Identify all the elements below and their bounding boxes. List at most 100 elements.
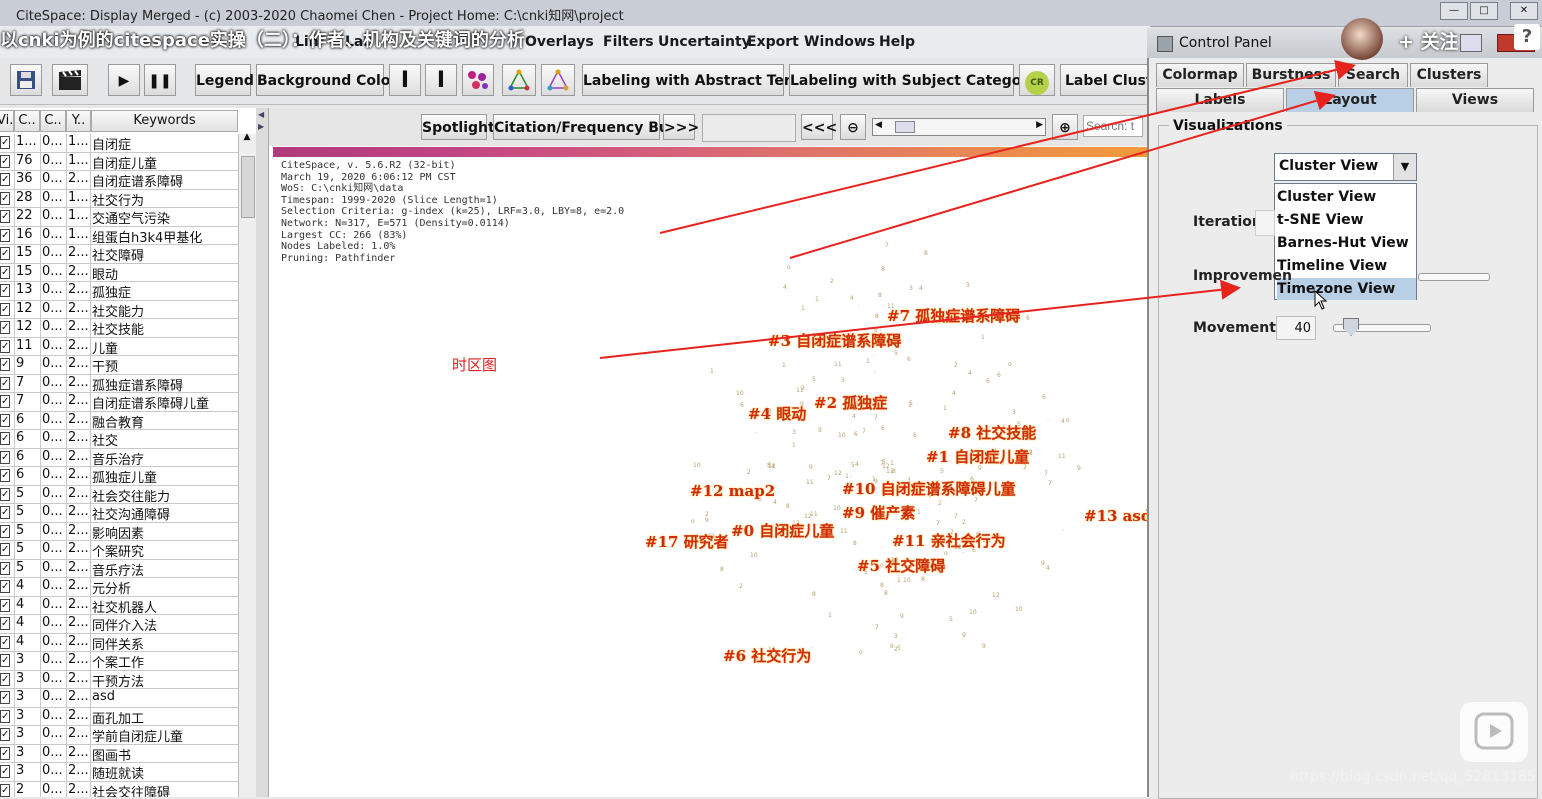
- column-header-count[interactable]: C..: [14, 110, 40, 132]
- table-row[interactable]: ✓ 3 0... 2... 随班就读: [0, 763, 238, 782]
- cr-icon[interactable]: CR: [1019, 64, 1055, 96]
- table-row[interactable]: ✓ 7 0... 2... 自闭症谱系障碍儿童: [0, 393, 238, 412]
- network-node[interactable]: 4: [771, 463, 775, 470]
- cluster-label[interactable]: #7 孤独症谱系障碍: [887, 305, 1020, 326]
- menu-filters[interactable]: Filters: [603, 34, 654, 50]
- help-icon[interactable]: ?: [1514, 24, 1540, 50]
- slider-thumb[interactable]: [895, 121, 915, 133]
- cluster-label[interactable]: #17 研究者: [645, 531, 729, 552]
- background-color-button[interactable]: Background Color: [256, 64, 397, 96]
- table-row[interactable]: ✓ 4 0... 2... 同伴介入法: [0, 615, 238, 634]
- table-row[interactable]: ✓ 12 0... 2... 社交技能: [0, 319, 238, 338]
- network-node[interactable]: 8: [786, 503, 790, 510]
- network-node[interactable]: 8: [720, 566, 724, 573]
- scrollbar-thumb[interactable]: [241, 156, 255, 218]
- visible-checkbox[interactable]: ✓: [0, 210, 10, 223]
- visible-checkbox[interactable]: ✓: [0, 413, 10, 427]
- network-node[interactable]: 7: [885, 242, 889, 249]
- follow-button[interactable]: + 关注: [1398, 27, 1459, 54]
- slider-left-icon[interactable]: ◀: [875, 120, 882, 130]
- network-node[interactable]: o: [1066, 417, 1070, 424]
- network-colored-icon[interactable]: [541, 64, 575, 96]
- movements-field[interactable]: 40: [1276, 316, 1316, 340]
- network-node[interactable]: 9: [900, 613, 904, 620]
- next-button[interactable]: >>>: [663, 114, 699, 140]
- node-size-icon[interactable]: I: [425, 64, 457, 96]
- network-node[interactable]: 8: [880, 582, 884, 589]
- network-node[interactable]: 2: [938, 500, 942, 507]
- visible-checkbox[interactable]: ✓: [0, 339, 10, 353]
- network-node[interactable]: o: [691, 518, 695, 525]
- table-row[interactable]: ✓ 3 0... 2... 个案工作: [0, 652, 238, 671]
- network-node[interactable]: 7: [875, 624, 879, 631]
- visible-checkbox[interactable]: ✓: [0, 302, 10, 316]
- network-node[interactable]: 2: [801, 385, 805, 392]
- network-node[interactable]: 5: [909, 400, 913, 407]
- network-node[interactable]: 6: [1042, 394, 1046, 401]
- network-node[interactable]: 6: [913, 432, 917, 439]
- search-input[interactable]: [1083, 115, 1143, 137]
- option-barnes-hut-view[interactable]: Barnes-Hut View: [1277, 232, 1416, 254]
- network-node[interactable]: 11: [834, 361, 842, 368]
- option-timeline-view[interactable]: Timeline View: [1277, 255, 1416, 277]
- burst-field[interactable]: [702, 114, 796, 142]
- network-node[interactable]: 3: [894, 633, 898, 640]
- network-node[interactable]: 6: [881, 425, 885, 432]
- table-row[interactable]: ✓ 3 0... 2... 干预方法: [0, 670, 238, 690]
- tab-clusters[interactable]: Clusters: [1410, 63, 1488, 87]
- visible-checkbox[interactable]: ✓: [0, 450, 10, 464]
- network-node[interactable]: 4: [783, 284, 787, 291]
- table-row[interactable]: ✓ 12 0... 2... 社交能力: [0, 300, 238, 320]
- network-node[interactable]: 2: [739, 583, 743, 590]
- network-node[interactable]: 10: [736, 390, 744, 397]
- cp-maximize-icon[interactable]: [1460, 34, 1482, 52]
- table-row[interactable]: ✓ 6 0... 2... 音乐治疗: [0, 448, 238, 468]
- tab-search[interactable]: Search: [1338, 63, 1408, 87]
- network-node[interactable]: 5: [897, 645, 901, 652]
- tab-colormap[interactable]: Colormap: [1156, 63, 1244, 87]
- menu-windows[interactable]: Windows: [804, 34, 875, 50]
- table-row[interactable]: ✓ 76 0... 1... 自闭症儿童: [0, 152, 238, 172]
- network-node[interactable]: ·: [873, 353, 875, 360]
- network-icon[interactable]: [502, 64, 536, 96]
- uploader-avatar[interactable]: [1341, 18, 1383, 60]
- network-node[interactable]: 11: [840, 528, 848, 535]
- visible-checkbox[interactable]: ✓: [0, 358, 10, 371]
- network-node[interactable]: 3: [792, 429, 796, 436]
- table-row[interactable]: ✓ 4 0... 2... 元分析: [0, 578, 238, 597]
- network-node[interactable]: 4: [1061, 418, 1065, 425]
- table-row[interactable]: ✓ 6 0... 2... 融合教育: [0, 411, 238, 431]
- cluster-label[interactable]: #12 map2: [690, 482, 775, 500]
- tab-layout[interactable]: Layout: [1286, 88, 1414, 112]
- network-node[interactable]: 8: [924, 250, 928, 257]
- network-node[interactable]: 7: [954, 513, 958, 520]
- table-row[interactable]: ✓ 4 0... 2... 社交机器人: [0, 596, 238, 616]
- visible-checkbox[interactable]: ✓: [0, 376, 10, 390]
- pause-icon[interactable]: ❚❚: [144, 64, 176, 96]
- network-node[interactable]: 1: [981, 334, 985, 341]
- network-node[interactable]: o: [859, 649, 863, 656]
- network-node[interactable]: 5: [882, 459, 886, 466]
- option-tsne-view[interactable]: t-SNE View: [1277, 209, 1416, 231]
- table-row[interactable]: ✓ 5 0... 2... 社交沟通障碍: [0, 504, 238, 523]
- cluster-label[interactable]: #10 自闭症谱系障碍儿童: [842, 478, 1016, 499]
- tab-labels[interactable]: Labels: [1156, 88, 1284, 112]
- save-icon[interactable]: [10, 64, 42, 96]
- improvement-slider[interactable]: [1418, 273, 1490, 281]
- network-node[interactable]: 3: [1012, 409, 1016, 416]
- visible-checkbox[interactable]: ✓: [0, 765, 10, 778]
- visible-checkbox[interactable]: ✓: [0, 580, 10, 593]
- tab-burstness[interactable]: Burstness: [1246, 63, 1336, 87]
- cluster-label[interactable]: #1 自闭症儿童: [926, 446, 1029, 467]
- cluster-label[interactable]: #4 眼动: [748, 403, 806, 424]
- network-node[interactable]: 10: [1015, 606, 1023, 613]
- table-row[interactable]: ✓ 1... 0... 1... 自闭症: [0, 134, 238, 153]
- network-node[interactable]: 10: [903, 577, 911, 584]
- clapperboard-icon[interactable]: [52, 64, 88, 96]
- scroll-up-icon[interactable]: ▲: [241, 132, 253, 146]
- column-header-keywords[interactable]: Keywords: [91, 110, 238, 132]
- visible-checkbox[interactable]: ✓: [0, 136, 10, 149]
- visible-checkbox[interactable]: ✓: [0, 617, 10, 630]
- network-node[interactable]: ·: [874, 369, 876, 376]
- table-row[interactable]: ✓ 5 0... 2... 影响因素: [0, 522, 238, 542]
